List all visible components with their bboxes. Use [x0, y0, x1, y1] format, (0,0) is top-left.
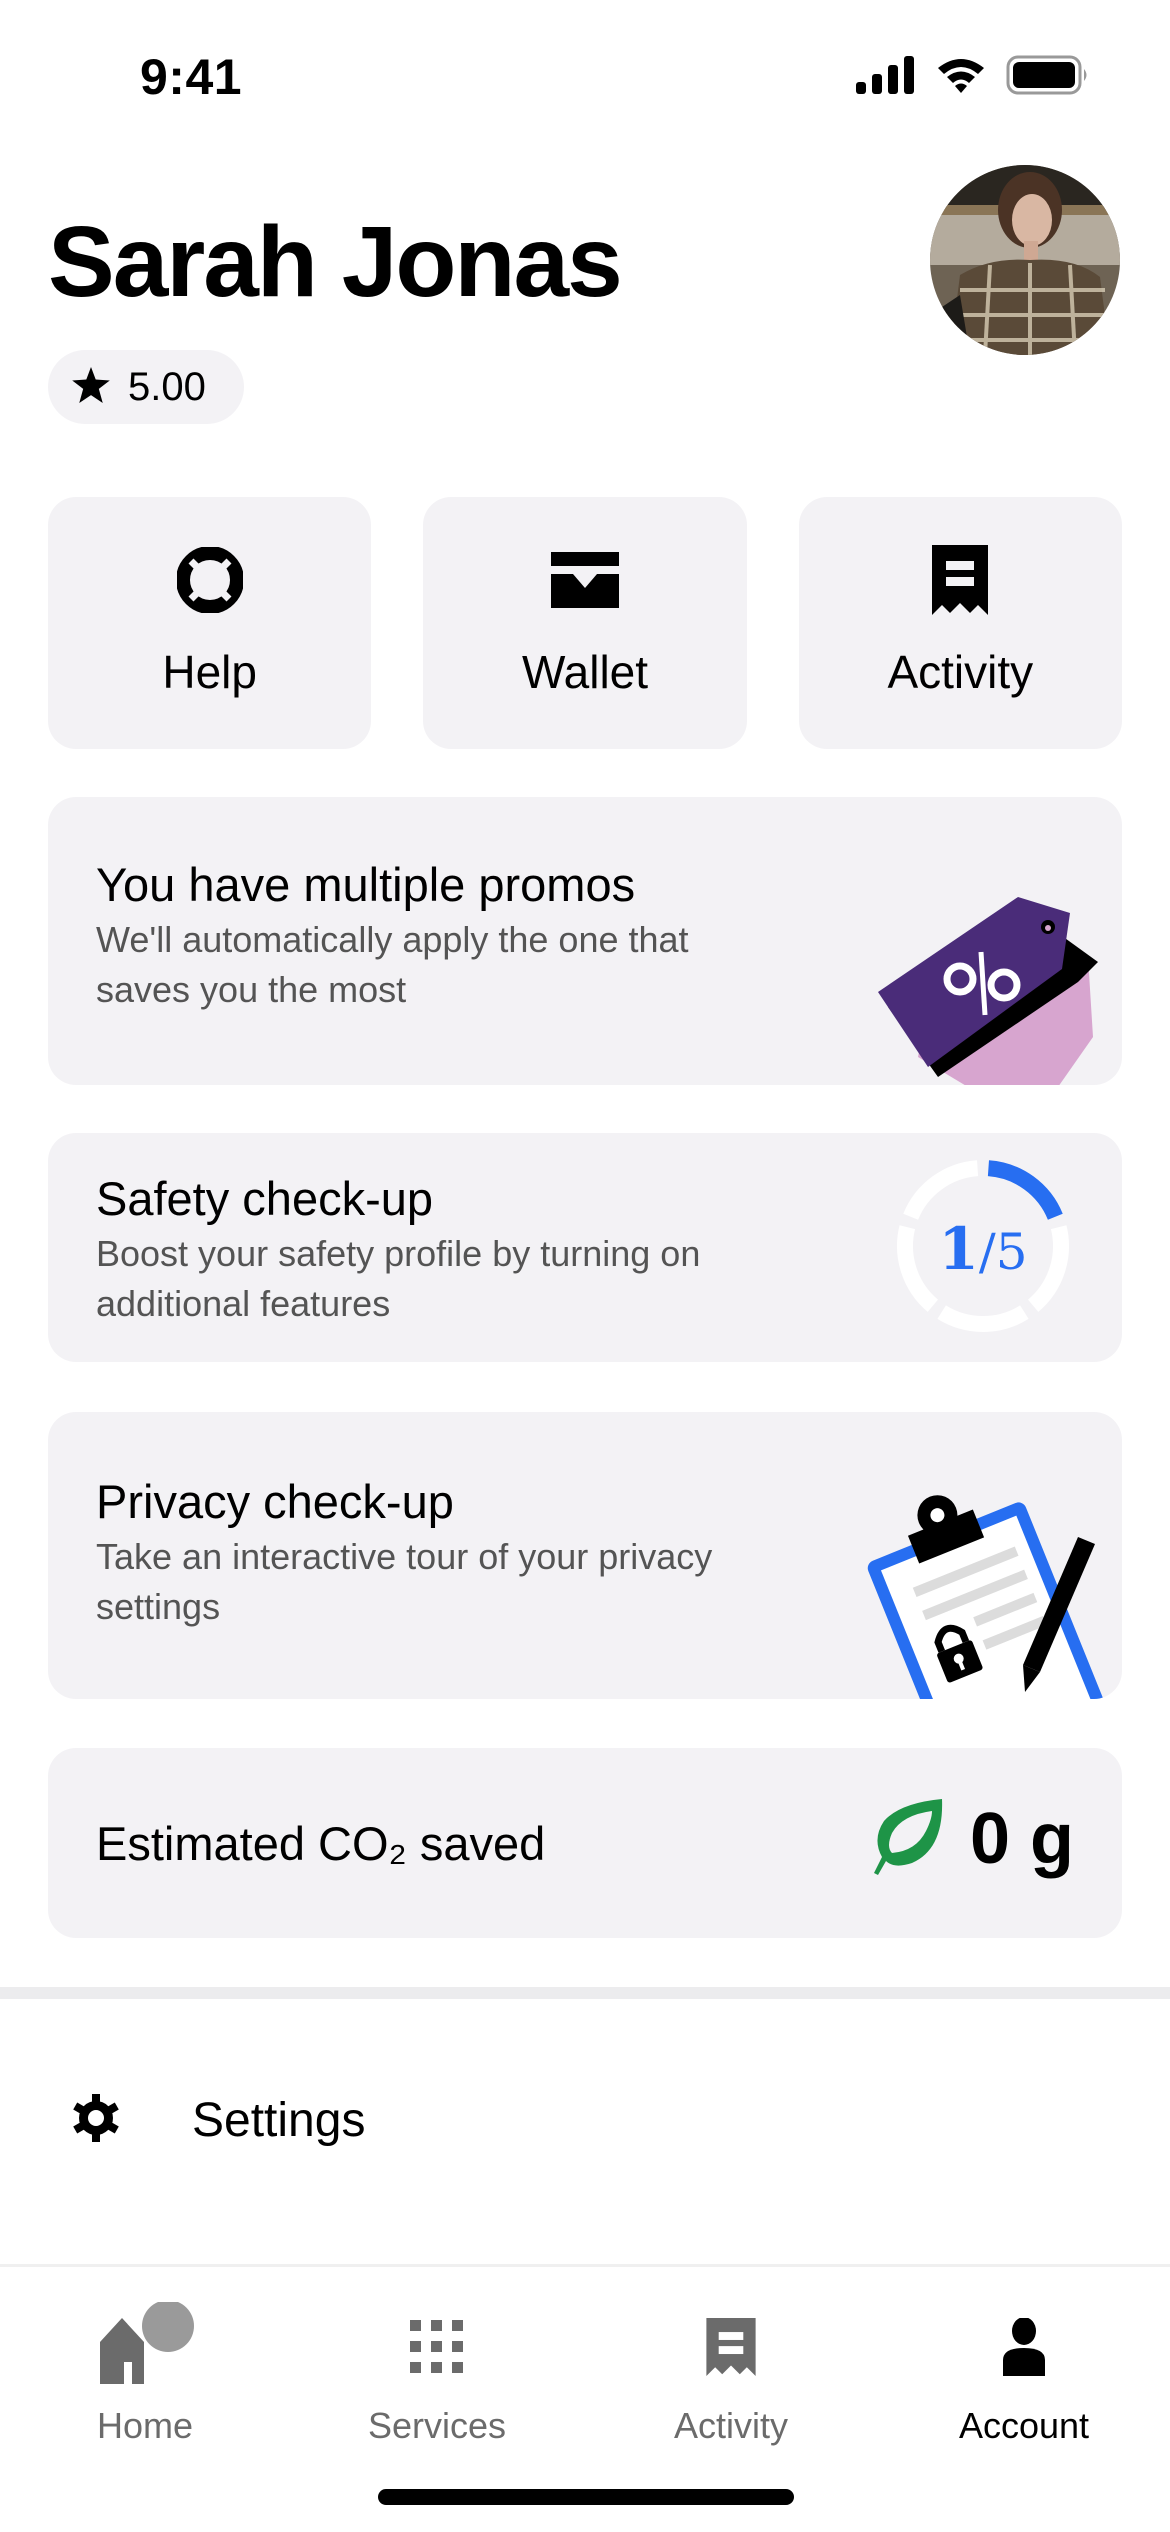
leaf-icon — [872, 1798, 944, 1880]
co2-value: 0 g — [969, 1799, 1074, 1879]
activity-button[interactable]: Activity — [798, 497, 1122, 749]
receipt-icon — [932, 545, 989, 615]
co2-label: Estimated CO₂ saved — [96, 1817, 546, 1870]
home-indicator[interactable] — [378, 2489, 794, 2505]
avatar[interactable] — [930, 165, 1120, 355]
lifebuoy-icon — [176, 545, 243, 615]
tab-activity[interactable]: Activity — [621, 2307, 841, 2447]
receipt-icon — [706, 2307, 756, 2387]
safety-progress-label: 1/5 — [893, 1215, 1073, 1283]
progress-segment-incomplete — [937, 1305, 1029, 1332]
progress-segment-incomplete — [903, 1160, 979, 1221]
privacy-description: Take an interactive tour of your privacy… — [96, 1536, 713, 1627]
promos-title: You have multiple promos — [96, 858, 636, 911]
cellular-signal-icon — [856, 56, 916, 99]
tab-services[interactable]: Services — [327, 2307, 547, 2447]
tab-activity-label: Activity — [673, 2405, 788, 2446]
safety-progress-total: /5 — [978, 1223, 1028, 1281]
section-divider — [0, 1987, 1170, 1999]
privacy-checkup-card[interactable]: Privacy check-up Take an interactive tou… — [48, 1412, 1122, 1699]
tab-account[interactable]: Account — [914, 2307, 1134, 2447]
help-button[interactable]: Help — [48, 497, 372, 749]
privacy-title: Privacy check-up — [96, 1475, 454, 1528]
help-label: Help — [162, 646, 257, 698]
quick-actions: Help Wallet Activity — [48, 497, 1122, 749]
safety-description: Boost your safety profile by turning on … — [96, 1233, 701, 1324]
tab-services-label: Services — [367, 2405, 507, 2446]
settings-label: Settings — [192, 2093, 366, 2147]
co2-saved-card[interactable]: Estimated CO₂ saved 0 g — [48, 1748, 1122, 1938]
person-icon — [1001, 2307, 1047, 2387]
tab-account-label: Account — [958, 2405, 1090, 2446]
rating-value: 5.00 — [128, 364, 206, 409]
grid-icon — [410, 2307, 464, 2387]
wifi-icon — [936, 56, 986, 99]
wallet-button[interactable]: Wallet — [423, 497, 747, 749]
gear-icon — [72, 2093, 120, 2147]
status-bar: 9:41 — [0, 0, 1170, 150]
profile-name: Sarah Jonas — [48, 206, 623, 318]
safety-checkup-card[interactable]: Safety check-up Boost your safety profil… — [48, 1133, 1122, 1362]
co2-value-group: 0 g — [872, 1798, 1074, 1880]
rating-badge: 5.00 — [48, 350, 244, 424]
safety-title: Safety check-up — [96, 1172, 434, 1225]
status-icons — [856, 55, 1090, 100]
activity-label: Activity — [887, 646, 1034, 698]
battery-icon — [1006, 55, 1090, 100]
status-time: 9:41 — [140, 49, 243, 105]
promos-card[interactable]: You have multiple promos We'll automatic… — [48, 797, 1122, 1085]
home-icon — [90, 2302, 200, 2387]
tab-home[interactable]: Home — [35, 2302, 255, 2447]
wallet-label: Wallet — [521, 646, 649, 698]
safety-progress-completed: 1 — [938, 1215, 979, 1283]
home-notification-badge — [142, 2302, 194, 2352]
promos-description: We'll automatically apply the one that s… — [96, 919, 689, 1010]
promo-tag-illustration — [878, 897, 1098, 1085]
star-icon — [72, 366, 110, 408]
tab-home-label: Home — [96, 2405, 194, 2446]
wallet-icon — [550, 545, 619, 615]
settings-row[interactable]: Settings — [0, 2060, 1170, 2180]
progress-segment-complete — [987, 1160, 1063, 1221]
clipboard-lock-illustration — [867, 1495, 1107, 1699]
